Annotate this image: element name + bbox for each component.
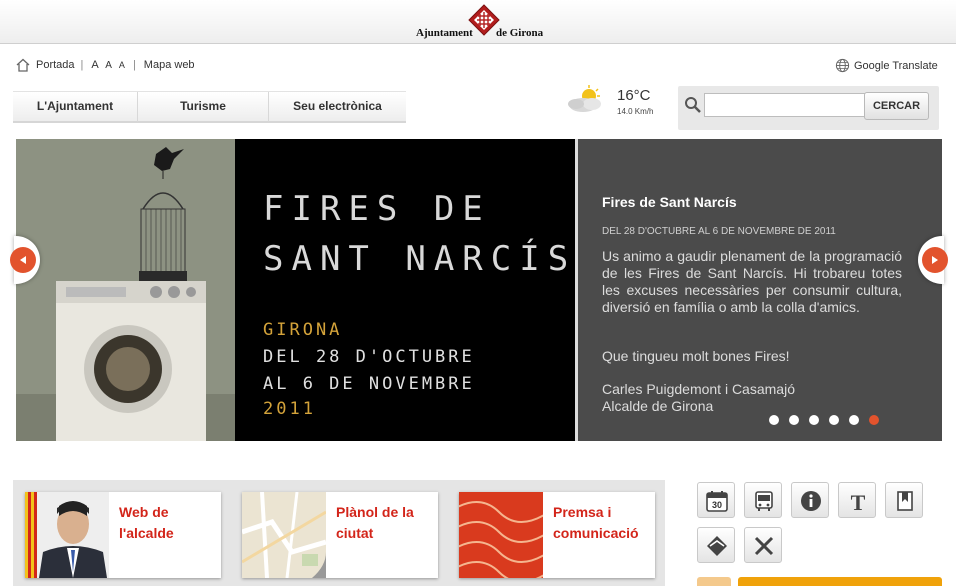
search-box: CERCAR [678,86,939,130]
translate-label: Google Translate [854,59,938,72]
home-link[interactable]: Portada [36,59,75,71]
slide-wish: Que tingueu molt bones Fires! [602,348,790,364]
slider-pagination [769,415,889,425]
wind-speed: 14.0 Km/h [617,107,654,116]
promo-card-mayor[interactable]: Web de l'alcalde [25,492,221,578]
promo-label-line: comunicació [553,525,639,541]
email-button[interactable] [697,527,735,563]
slider-dot[interactable] [809,415,819,425]
arrow-left-icon [20,256,26,264]
orange-tab-bar[interactable] [738,577,942,586]
promo-card-press[interactable]: Premsa i comunicació [459,492,655,578]
promo-label-line: Premsa i [553,504,612,520]
sitemap-link[interactable]: Mapa web [144,59,195,71]
envelope-icon [707,536,727,556]
text-size-glyph: T [851,490,866,513]
poster-city: GIRONA [263,320,343,340]
poster-title-line1: FIRES DE [263,189,491,229]
slide-body: Us animo a gaudir plenament de la progra… [602,248,902,315]
slider-dot[interactable] [769,415,779,425]
utility-bar: Portada | A A A | Mapa web [16,58,195,72]
separator: | [132,59,136,71]
slider-prev-disc [10,247,36,273]
slider-dot[interactable] [829,415,839,425]
slide-signature-role: Alcalde de Girona [602,398,714,414]
calendar-day: 30 [712,500,722,510]
separator: | [80,59,84,71]
site-logo[interactable]: Ajuntament de Girona [414,2,554,42]
poster-title-line2: SANT NARCÍS [263,239,577,279]
bookmark-icon [897,491,913,511]
nav-item-seu-electronica[interactable]: Seu electrònica [269,92,406,122]
page: Ajuntament de Girona Portada | A A A | M… [0,0,956,586]
slider-text-panel: Fires de Sant Narcís DEL 28 D'OCTUBRE AL… [578,139,942,441]
font-size-controls: A A A [91,59,127,71]
slider-dot[interactable] [869,415,879,425]
poster-dates-line1: DEL 28 D'OCTUBRE [263,347,475,367]
featured-slider: FIRES DE SANT NARCÍS GIRONA DEL 28 D'OCT… [16,139,942,441]
partly-cloudy-icon [568,85,601,112]
featured-photo [16,139,235,441]
google-translate[interactable]: Google Translate [835,58,938,73]
logo-text-left: Ajuntament [416,27,473,39]
bus-button[interactable] [744,482,782,518]
main-nav: L'Ajuntament Turisme Seu electrònica [13,91,406,123]
tools-icon [754,536,774,556]
globe-icon [835,58,850,73]
tools-button[interactable] [744,527,782,563]
event-poster: FIRES DE SANT NARCÍS GIRONA DEL 28 D'OCT… [235,139,575,441]
promo-label-mayor: Web de l'alcalde [119,502,219,544]
promo-label-line: ciutat [336,525,374,541]
promo-card-city-map[interactable]: Plànol de la ciutat [242,492,438,578]
search-icon [685,97,701,113]
poster-year: 2011 [263,399,316,419]
orange-tab-small[interactable] [697,577,731,586]
info-icon [801,491,821,511]
promo-section: Web de l'alcalde Plànol de la ciutat Pre… [13,480,665,586]
press-thumbnail [459,492,543,578]
slider-dot[interactable] [789,415,799,425]
mayor-photo [25,492,109,578]
promo-label-line: l'alcalde [119,525,174,541]
font-size-large[interactable]: A [91,59,100,71]
slider-dot[interactable] [849,415,859,425]
nav-item-ajuntament[interactable]: L'Ajuntament [13,92,138,122]
search-button[interactable]: CERCAR [864,92,929,120]
arrow-right-icon [932,256,938,264]
text-size-button[interactable]: T [838,482,876,518]
calendar-icon: 30 [706,491,728,512]
promo-label-city-map: Plànol de la ciutat [336,502,436,544]
search-input[interactable] [704,93,882,117]
site-header: Ajuntament de Girona [0,0,956,44]
promo-label-line: Web de [119,504,169,520]
font-size-medium[interactable]: A [105,60,114,71]
font-size-small[interactable]: A [119,60,127,70]
promo-label-line: Plànol de la [336,504,414,520]
promo-label-press: Premsa i comunicació [553,502,653,544]
home-icon[interactable] [16,58,30,72]
text-size-icon: T [851,490,866,513]
weather-widget: 16°C 14.0 Km/h [565,83,675,123]
info-button[interactable] [791,482,829,518]
poster-dates-line2: AL 6 DE NOVEMBRE [263,374,475,394]
calendar-button[interactable]: 30 [697,482,735,518]
logo-text-right: de Girona [496,27,544,39]
bookmark-button[interactable] [885,482,923,518]
slide-title[interactable]: Fires de Sant Narcís [602,194,737,210]
washing-machine-image [16,139,235,441]
nav-item-turisme[interactable]: Turisme [138,92,269,122]
slider-next-disc [922,247,948,273]
slide-signature-name: Carles Puigdemont i Casamajó [602,381,795,397]
tool-icons: 30 T [697,482,937,572]
city-map-thumbnail [242,492,326,578]
slide-date: DEL 28 D'OCTUBRE AL 6 DE NOVEMBRE DE 201… [602,226,836,237]
temperature: 16°C [617,87,651,104]
bus-icon [755,491,773,511]
